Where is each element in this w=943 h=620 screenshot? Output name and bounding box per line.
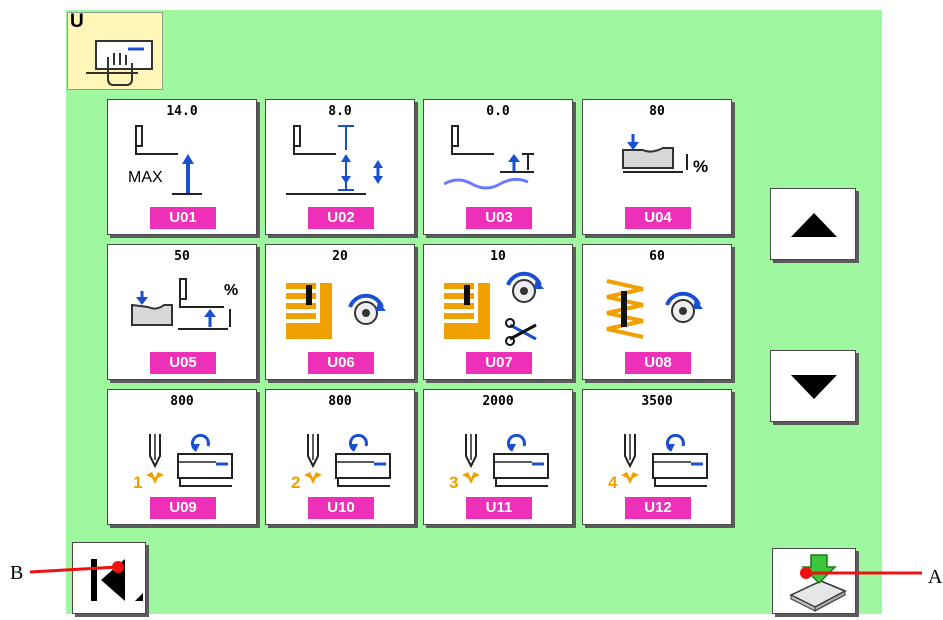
callout-a-label: A	[928, 566, 943, 588]
callout-lines	[29, 561, 922, 579]
callout-a-dot	[800, 567, 812, 579]
callout-b-label: B	[10, 562, 24, 584]
callout-b-dot	[112, 561, 124, 573]
